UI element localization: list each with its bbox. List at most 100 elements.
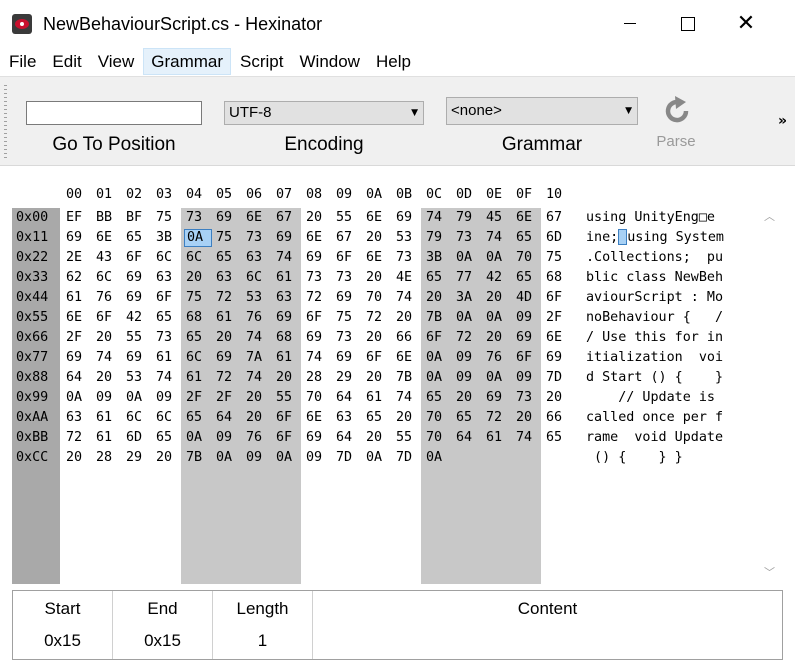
byte-cell[interactable]: 09 — [246, 448, 276, 468]
ascii-text[interactable]: ine; using System — [586, 228, 724, 248]
byte-cell[interactable]: 63 — [156, 268, 186, 288]
byte-cell[interactable]: 63 — [336, 408, 366, 428]
byte-cell[interactable]: 6F — [546, 288, 576, 308]
menu-view[interactable]: View — [91, 48, 142, 75]
byte-cell[interactable]: 74 — [246, 328, 276, 348]
byte-cell[interactable]: 70 — [366, 288, 396, 308]
byte-cell[interactable]: 6F — [336, 248, 366, 268]
byte-cell[interactable]: 74 — [246, 368, 276, 388]
byte-cell[interactable]: 67 — [336, 228, 366, 248]
byte-cell[interactable]: 6E — [306, 228, 336, 248]
minimize-button[interactable] — [602, 0, 658, 47]
byte-cell[interactable]: 20 — [426, 288, 456, 308]
byte-cell[interactable]: 69 — [306, 428, 336, 448]
byte-cell[interactable]: 61 — [216, 308, 246, 328]
byte-cell[interactable]: 20 — [396, 308, 426, 328]
byte-cell[interactable]: 73 — [336, 268, 366, 288]
byte-cell[interactable]: 64 — [216, 408, 246, 428]
byte-cell[interactable]: 6C — [156, 408, 186, 428]
byte-cell[interactable]: 53 — [126, 368, 156, 388]
byte-cell[interactable]: 68 — [546, 268, 576, 288]
byte-cell[interactable]: 0A — [426, 348, 456, 368]
ascii-text[interactable]: / Use this for in — [586, 328, 723, 348]
byte-cell[interactable]: 6E — [516, 208, 546, 228]
byte-cell[interactable]: 73 — [336, 328, 366, 348]
byte-cell[interactable]: 3B — [156, 228, 186, 248]
byte-cell[interactable]: 0A — [486, 248, 516, 268]
byte-cell[interactable]: 65 — [426, 388, 456, 408]
byte-cell[interactable]: 66 — [396, 328, 426, 348]
byte-cell[interactable]: 6E — [396, 348, 426, 368]
byte-cell[interactable]: 6F — [366, 348, 396, 368]
byte-cell[interactable]: 20 — [246, 388, 276, 408]
byte-cell[interactable]: 6D — [546, 228, 576, 248]
byte-cell[interactable]: 63 — [276, 288, 306, 308]
byte-cell[interactable]: 2E — [66, 248, 96, 268]
byte-cell[interactable]: 79 — [426, 228, 456, 248]
byte-cell[interactable]: 74 — [396, 288, 426, 308]
byte-cell[interactable]: 73 — [156, 328, 186, 348]
byte-cell[interactable]: 73 — [516, 388, 546, 408]
byte-cell[interactable]: 73 — [306, 268, 336, 288]
byte-cell[interactable]: 69 — [216, 208, 246, 228]
byte-cell[interactable]: 45 — [486, 208, 516, 228]
ascii-text[interactable]: aviourScript : Mo — [586, 288, 723, 308]
byte-cell[interactable]: 65 — [426, 268, 456, 288]
byte-cell[interactable]: 69 — [126, 348, 156, 368]
byte-cell[interactable]: 2F — [546, 308, 576, 328]
byte-cell[interactable]: 75 — [216, 228, 246, 248]
byte-cell[interactable]: 76 — [486, 348, 516, 368]
byte-cell[interactable]: 0A — [426, 448, 456, 468]
byte-cell[interactable]: 20 — [516, 408, 546, 428]
byte-cell[interactable]: 73 — [246, 228, 276, 248]
menu-file[interactable]: File — [2, 48, 43, 75]
byte-cell[interactable]: 7D — [396, 448, 426, 468]
byte-cell[interactable]: 76 — [96, 288, 126, 308]
byte-cell[interactable]: 65 — [126, 228, 156, 248]
byte-cell[interactable]: 69 — [276, 228, 306, 248]
byte-cell[interactable]: 69 — [66, 228, 96, 248]
byte-cell[interactable]: 0A — [456, 308, 486, 328]
byte-cell[interactable]: 0A — [486, 368, 516, 388]
byte-cell[interactable]: 67 — [276, 208, 306, 228]
byte-cell[interactable]: 55 — [276, 388, 306, 408]
ascii-text[interactable]: called once per f — [586, 408, 723, 428]
scroll-down-icon[interactable]: ﹀ — [764, 564, 775, 580]
byte-cell[interactable]: 69 — [306, 328, 336, 348]
byte-cell[interactable]: 6C — [186, 348, 216, 368]
byte-cell[interactable]: 66 — [546, 408, 576, 428]
byte-cell[interactable]: 0A — [216, 448, 246, 468]
byte-cell[interactable]: 20 — [456, 388, 486, 408]
byte-cell[interactable]: 72 — [456, 328, 486, 348]
byte-cell[interactable]: 09 — [456, 348, 486, 368]
byte-cell[interactable]: 20 — [96, 368, 126, 388]
byte-cell[interactable]: 64 — [66, 368, 96, 388]
byte-cell[interactable]: 6F — [276, 428, 306, 448]
byte-cell[interactable]: 70 — [516, 248, 546, 268]
byte-cell[interactable]: 20 — [366, 268, 396, 288]
menu-script[interactable]: Script — [233, 48, 290, 75]
grammar-select[interactable]: <none> ▼ — [446, 97, 638, 125]
byte-cell[interactable]: 6C — [156, 248, 186, 268]
toolbar-overflow-button[interactable]: » — [778, 113, 787, 129]
byte-cell[interactable]: 29 — [126, 448, 156, 468]
byte-cell[interactable]: 76 — [246, 428, 276, 448]
byte-cell[interactable]: 7B — [396, 368, 426, 388]
byte-cell[interactable]: 64 — [336, 388, 366, 408]
byte-cell[interactable]: 2F — [186, 388, 216, 408]
byte-cell[interactable]: 74 — [486, 228, 516, 248]
ascii-text[interactable]: .Collections; pu — [586, 248, 723, 268]
byte-cell[interactable]: 74 — [306, 348, 336, 368]
byte-cell[interactable]: 6C — [126, 408, 156, 428]
byte-cell[interactable]: 65 — [186, 328, 216, 348]
byte-cell[interactable]: 09 — [156, 388, 186, 408]
byte-cell[interactable]: 63 — [216, 268, 246, 288]
byte-cell[interactable]: 73 — [186, 208, 216, 228]
byte-cell[interactable]: 65 — [516, 268, 546, 288]
byte-cell[interactable]: 61 — [96, 428, 126, 448]
byte-cell[interactable]: 6C — [186, 248, 216, 268]
byte-cell[interactable]: 68 — [186, 308, 216, 328]
byte-cell[interactable]: 72 — [366, 308, 396, 328]
encoding-select[interactable]: UTF-8 ▼ — [224, 101, 424, 125]
byte-cell[interactable]: 69 — [126, 268, 156, 288]
